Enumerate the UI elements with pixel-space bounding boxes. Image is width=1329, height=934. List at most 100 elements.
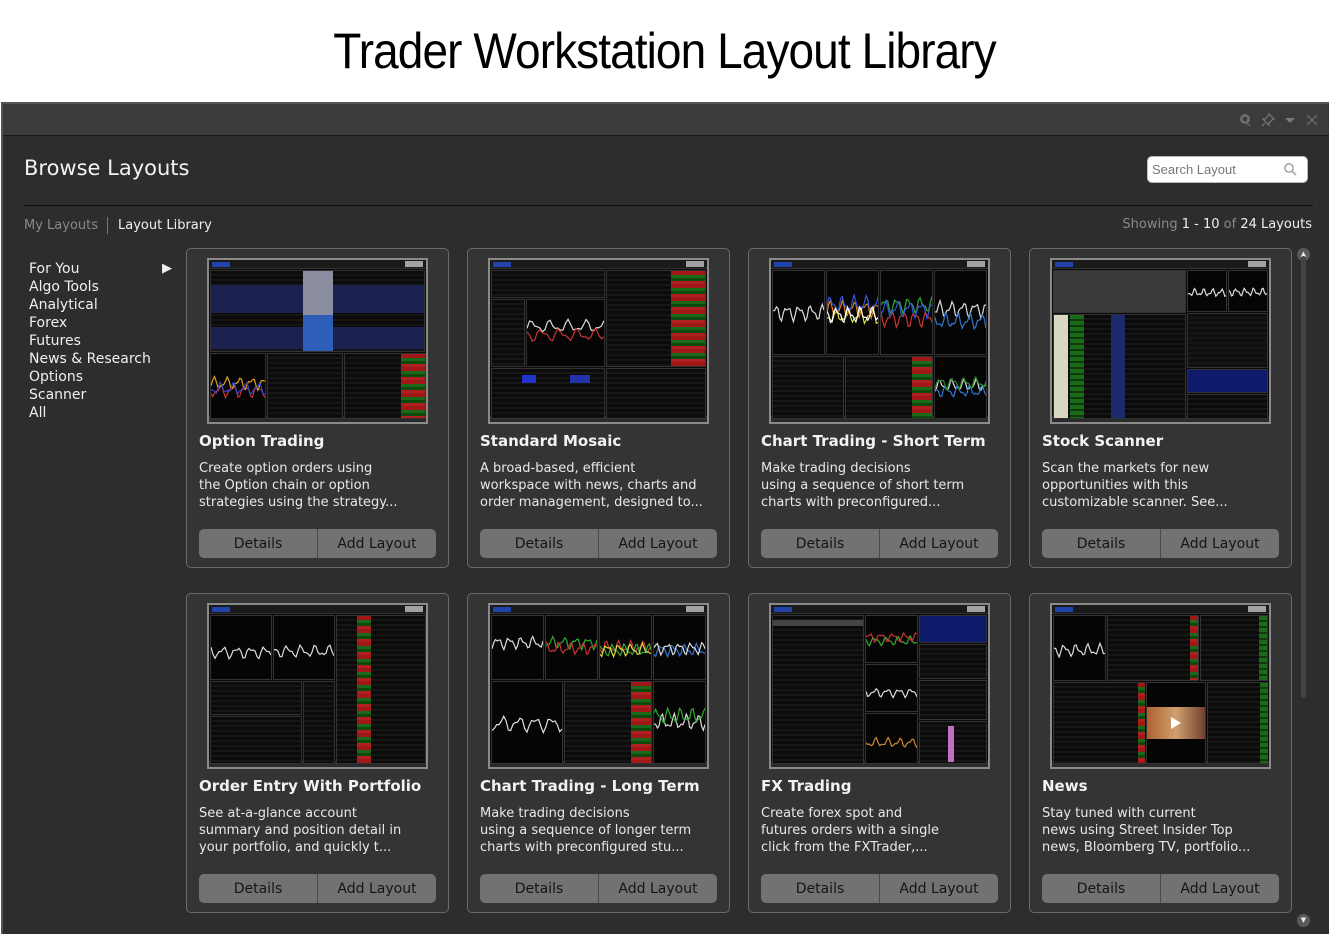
add-layout-button[interactable]: Add Layout [598,529,717,558]
layout-description: Make trading decisions using a sequence o… [480,805,720,856]
layout-thumbnail[interactable] [207,603,428,769]
details-button[interactable]: Details [1042,529,1160,558]
layout-title: FX Trading [761,777,852,795]
layout-card: Standard Mosaic A broad-based, efficient w… [467,248,730,568]
thumb-table-pane [1107,615,1199,681]
thumb-chart-pane [1187,270,1227,312]
details-button[interactable]: Details [480,529,598,558]
card-button-group: Details Add Layout [761,529,998,558]
thumb-chart-pane [526,299,605,367]
tab-my-layouts[interactable]: My Layouts [24,218,107,233]
description-line: using a sequence of short term [761,478,965,493]
add-layout-button[interactable]: Add Layout [879,529,998,558]
showing-prefix: Showing [1122,217,1178,232]
add-layout-button[interactable]: Add Layout [317,529,436,558]
layout-thumbnail[interactable] [207,258,428,424]
layout-thumbnail[interactable] [488,258,709,424]
thumb-chart-pane [491,615,544,680]
description-line: strategies using the strategy... [199,495,398,510]
layout-card: Chart Trading - Long Term Make trading de… [467,593,730,913]
layout-card: Option Trading Create option orders using… [186,248,449,568]
search-icon[interactable] [1283,162,1297,176]
category-all[interactable]: All [29,404,179,422]
description-line: Make trading decisions [761,461,911,476]
search-layout-input[interactable] [1148,157,1278,182]
category-forex[interactable]: Forex [29,314,179,332]
category-list: For You ▶ Algo Tools Analytical Forex Fu… [29,260,179,422]
category-scanner[interactable]: Scanner [29,386,179,404]
thumb-table-pane [1187,394,1268,419]
description-line: click from the FXTrader,... [761,840,928,855]
thumb-table-pane [210,681,302,715]
layout-thumbnail[interactable] [488,603,709,769]
tab-layout-library[interactable]: Layout Library [108,218,212,233]
scrollbar-track[interactable] [1301,256,1306,698]
thumb-table-pane [491,299,525,367]
description-line: workspace with news, charts and [480,478,697,493]
dropdown-icon[interactable] [1283,113,1297,127]
scroll-down-button[interactable]: ▼ [1297,914,1310,927]
layout-thumbnail[interactable] [769,258,990,424]
add-layout-button[interactable]: Add Layout [598,874,717,903]
category-analytical[interactable]: Analytical [29,296,179,314]
add-layout-button[interactable]: Add Layout [1160,529,1279,558]
page-heading: Trader Workstation Layout Library [333,23,996,79]
category-futures[interactable]: Futures [29,332,179,350]
details-button[interactable]: Details [199,529,317,558]
category-for-you[interactable]: For You ▶ [29,260,179,278]
add-layout-button[interactable]: Add Layout [1160,874,1279,903]
thumb-order-pane [919,615,987,643]
description-line: your portfolio, and quickly t... [199,840,392,855]
browse-layouts-title: Browse Layouts [24,156,190,180]
layout-title: News [1042,777,1088,795]
thumb-table-pane [919,721,987,764]
description-line: Create forex spot and [761,806,903,821]
thumb-table-pane [1053,314,1186,419]
chat-icon[interactable] [1239,113,1253,127]
details-button[interactable]: Details [761,529,879,558]
card-button-group: Details Add Layout [761,874,998,903]
search-layout-field[interactable] [1147,156,1308,183]
layout-card: FX Trading Create forex spot and futures o… [748,593,1011,913]
thumb-table-pane [267,353,343,419]
description-line: futures orders with a single [761,823,939,838]
description-line: charts with preconfigured stu... [480,840,684,855]
window-titlebar [3,104,1329,136]
thumb-chart-pane [934,356,987,419]
thumb-chart-pane [865,615,918,663]
thumb-chart-pane [599,615,652,680]
showing-count: Showing 1 - 10 of 24 Layouts [1122,217,1312,232]
layout-title: Option Trading [199,432,325,450]
category-options[interactable]: Options [29,368,179,386]
category-label: Futures [29,333,81,349]
showing-of: of [1223,217,1237,232]
thumb-table-pane [1200,615,1268,681]
thumb-text-pane [1187,313,1268,368]
category-algo-tools[interactable]: Algo Tools [29,278,179,296]
layout-description: Scan the markets for new opportunities wi… [1042,460,1282,511]
header-divider [24,205,1313,206]
thumb-table-pane [772,615,864,764]
add-layout-button[interactable]: Add Layout [317,874,436,903]
layout-description: Create option orders using the Option cha… [199,460,439,511]
thumb-chart-pane [545,615,598,680]
details-button[interactable]: Details [480,874,598,903]
thumb-chart-pane [210,353,266,419]
description-line: news, Bloomberg TV, portfolio... [1042,840,1251,855]
layout-thumbnail[interactable] [1050,603,1271,769]
details-button[interactable]: Details [761,874,879,903]
category-news-research[interactable]: News & Research [29,350,179,368]
layout-library-window: Browse Layouts My Layouts Layout Library… [1,102,1329,934]
pin-icon[interactable] [1261,112,1276,127]
add-layout-button[interactable]: Add Layout [879,874,998,903]
details-button[interactable]: Details [1042,874,1160,903]
thumb-chart-pane [934,270,987,355]
close-icon[interactable] [1305,113,1319,127]
layout-thumbnail[interactable] [1050,258,1271,424]
description-line: using a sequence of longer term [480,823,692,838]
description-line: Create option orders using [199,461,373,476]
details-button[interactable]: Details [199,874,317,903]
description-line: opportunities with this [1042,478,1188,493]
layout-thumbnail[interactable] [769,603,990,769]
description-line: charts with preconfigured... [761,495,941,510]
